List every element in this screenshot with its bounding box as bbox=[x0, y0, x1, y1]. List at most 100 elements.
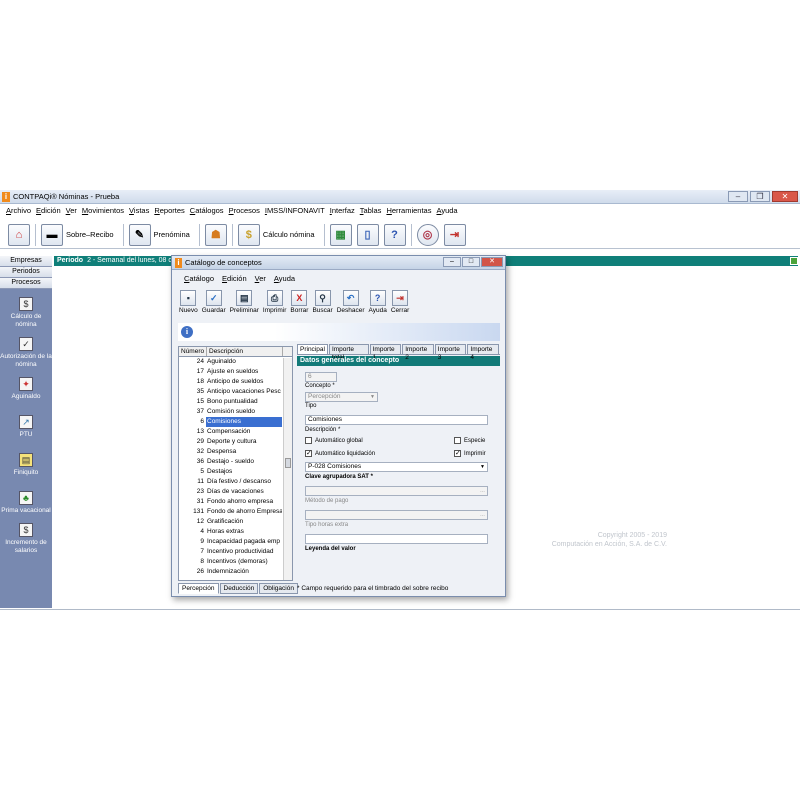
menu-archivo[interactable]: Archivo bbox=[6, 206, 31, 218]
list-item[interactable]: 4 Horas extras bbox=[179, 527, 292, 537]
buscar-button[interactable]: ⚲ Buscar bbox=[312, 290, 333, 320]
tab-importe-1[interactable]: Importe 1 bbox=[369, 344, 402, 361]
deshacer-button[interactable]: ↶ Deshacer bbox=[337, 290, 365, 320]
list-item[interactable]: 7 Incentivo productividad bbox=[179, 547, 292, 557]
sidebar-item-finiquito[interactable]: ▤ Finiquito bbox=[0, 453, 52, 477]
dialog-close-button[interactable]: ✕ bbox=[481, 257, 503, 267]
sobre-recibo-button[interactable]: ▬ Sobre–Recibo bbox=[41, 223, 118, 246]
list-item[interactable]: 11 Día festivo / descanso bbox=[179, 477, 292, 487]
list-item[interactable]: 12 Gratificación bbox=[179, 517, 292, 527]
menu-imss[interactable]: IMSS/INFONAVIT bbox=[265, 206, 325, 218]
dialog-menu-ver[interactable]: Ver bbox=[255, 274, 266, 284]
home-icon[interactable]: ⌂ bbox=[8, 223, 30, 246]
sidebar-item-ptu[interactable]: ↗ PTU bbox=[0, 415, 52, 439]
list-item[interactable]: 131 Fondo de ahorro Empresa bbox=[179, 507, 292, 517]
ellipsis-icon[interactable]: … bbox=[479, 488, 486, 494]
close-button[interactable]: ✕ bbox=[772, 191, 798, 202]
metodo-pago-field[interactable]: … bbox=[305, 486, 488, 496]
sidebar-item-autorizacion[interactable]: ✓ Autorización de la nómina bbox=[0, 337, 52, 369]
nuevo-button[interactable]: ▪ Nuevo bbox=[179, 290, 198, 320]
list-item[interactable]: 9 Incapacidad pagada emp bbox=[179, 537, 292, 547]
list-item[interactable]: 31 Fondo ahorro empresa bbox=[179, 497, 292, 507]
list-item[interactable]: 18 Anticipo de sueldos bbox=[179, 377, 292, 387]
dialog-menu-ayuda[interactable]: Ayuda bbox=[274, 274, 295, 284]
menu-movimientos[interactable]: Movimientos bbox=[82, 206, 124, 218]
tab-importe-4[interactable]: Importe 4 bbox=[467, 344, 499, 361]
list-item[interactable]: 17 Ajuste en sueldos bbox=[179, 367, 292, 377]
list-item[interactable]: 24 Aguinaldo bbox=[179, 357, 292, 367]
exit-icon[interactable]: ⇥ bbox=[443, 223, 466, 246]
sidebar-item-incremento[interactable]: $ Incremento de salarios bbox=[0, 523, 52, 555]
menu-herramientas[interactable]: Herramientas bbox=[386, 206, 431, 218]
automatico-global-checkbox[interactable]: Automático global bbox=[305, 437, 363, 444]
calculo-nomina-button[interactable]: $ Cálculo nómina bbox=[237, 223, 319, 246]
panel-icon[interactable]: ▯ bbox=[356, 223, 379, 246]
prenomina-button[interactable]: ✎ Prenómina bbox=[128, 223, 194, 246]
preliminar-button[interactable]: ▤ Preliminar bbox=[230, 290, 259, 320]
support-icon[interactable]: ◎ bbox=[416, 223, 439, 246]
column-descripcion[interactable]: Descripción bbox=[207, 347, 283, 356]
descripcion-field[interactable]: Comisiones bbox=[305, 415, 488, 425]
menu-interfaz[interactable]: Interfaz bbox=[330, 206, 355, 218]
ellipsis-icon[interactable]: … bbox=[479, 512, 486, 518]
clave-sat-select[interactable]: P-028 Comisiones ▼ bbox=[305, 462, 488, 472]
list-item[interactable]: 5 Destajos bbox=[179, 467, 292, 477]
guardar-button[interactable]: ✓ Guardar bbox=[202, 290, 226, 320]
minimize-button[interactable]: – bbox=[728, 191, 748, 202]
list-item[interactable]: 35 Anticipo vacaciones Pesc bbox=[179, 387, 292, 397]
dialog-menu-edicion[interactable]: Edición bbox=[222, 274, 247, 284]
tab-procesos[interactable]: Procesos bbox=[0, 278, 52, 289]
period-status-icon[interactable] bbox=[790, 257, 798, 265]
cerrar-button[interactable]: ⇥ Cerrar bbox=[391, 290, 409, 320]
list-item[interactable]: 26 Indemnización bbox=[179, 567, 292, 577]
tipo-horas-field[interactable]: … bbox=[305, 510, 488, 520]
sidebar-item-aguinaldo[interactable]: ✦ Aguinaldo bbox=[0, 377, 52, 401]
borrar-button[interactable]: X Borrar bbox=[290, 290, 308, 320]
list-item[interactable]: 23 Días de vacaciones bbox=[179, 487, 292, 497]
sidebar-item-prima[interactable]: ♣ Prima vacacional bbox=[0, 491, 52, 515]
menu-procesos[interactable]: Procesos bbox=[229, 206, 260, 218]
menu-catalogos[interactable]: Catálogos bbox=[190, 206, 224, 218]
tab-deduccion[interactable]: Deducción bbox=[219, 583, 259, 594]
list-item[interactable]: 29 Deporte y cultura bbox=[179, 437, 292, 447]
person-icon[interactable]: ☗ bbox=[204, 223, 227, 246]
leyenda-field[interactable] bbox=[305, 534, 488, 544]
imprimir-button[interactable]: ⎙ Imprimir bbox=[263, 290, 286, 320]
ayuda-button[interactable]: ? Ayuda bbox=[369, 290, 387, 320]
dialog-menu-catalogo[interactable]: Catálogo bbox=[184, 274, 214, 284]
scroll-thumb[interactable] bbox=[285, 458, 291, 468]
tab-periodos[interactable]: Periodos bbox=[0, 267, 52, 278]
tab-importe-2[interactable]: Importe 2 bbox=[402, 344, 434, 361]
list-item[interactable]: 15 Bono puntualidad bbox=[179, 397, 292, 407]
especie-checkbox[interactable]: Especie bbox=[454, 437, 485, 444]
restore-button[interactable]: ❐ bbox=[750, 191, 770, 202]
menu-ver[interactable]: Ver bbox=[66, 206, 77, 218]
tab-importe-total[interactable]: Importe total bbox=[328, 344, 369, 361]
tipo-select[interactable]: Percepción ▼ bbox=[305, 392, 378, 402]
imprimir-checkbox[interactable]: ✓ Imprimir bbox=[454, 450, 486, 457]
tab-obligacion[interactable]: Obligación bbox=[259, 583, 298, 594]
list-item[interactable]: 32 Despensa bbox=[179, 447, 292, 457]
concepto-field[interactable]: 6 bbox=[305, 372, 337, 382]
menu-vistas[interactable]: Vistas bbox=[129, 206, 149, 218]
menu-edicion[interactable]: Edición bbox=[36, 206, 61, 218]
menu-ayuda[interactable]: Ayuda bbox=[436, 206, 457, 218]
list-scrollbar[interactable] bbox=[283, 358, 292, 580]
list-item[interactable]: 37 Comisión sueldo bbox=[179, 407, 292, 417]
tab-importe-3[interactable]: Importe 3 bbox=[434, 344, 467, 361]
spreadsheet-icon[interactable]: ▦ bbox=[329, 223, 352, 246]
tab-principal[interactable]: Principal bbox=[297, 344, 328, 354]
help-icon[interactable]: ? bbox=[383, 223, 406, 246]
dialog-maximize-button[interactable]: □ bbox=[462, 257, 480, 267]
list-item[interactable]: 13 Compensación bbox=[179, 427, 292, 437]
tab-percepcion[interactable]: Percepción bbox=[178, 583, 219, 594]
list-item[interactable]: 6 Comisiones bbox=[179, 417, 292, 427]
automatico-liquidacion-checkbox[interactable]: ✓ Automático liquidación bbox=[305, 450, 375, 457]
tab-empresas[interactable]: Empresas bbox=[0, 256, 52, 267]
menu-reportes[interactable]: Reportes bbox=[154, 206, 184, 218]
sidebar-item-calculo[interactable]: $ Cálculo de nómina bbox=[0, 297, 52, 329]
menu-tablas[interactable]: Tablas bbox=[360, 206, 382, 218]
column-numero[interactable]: Número bbox=[179, 347, 207, 356]
list-item[interactable]: 36 Destajo - sueldo bbox=[179, 457, 292, 467]
dialog-minimize-button[interactable]: – bbox=[443, 257, 461, 267]
